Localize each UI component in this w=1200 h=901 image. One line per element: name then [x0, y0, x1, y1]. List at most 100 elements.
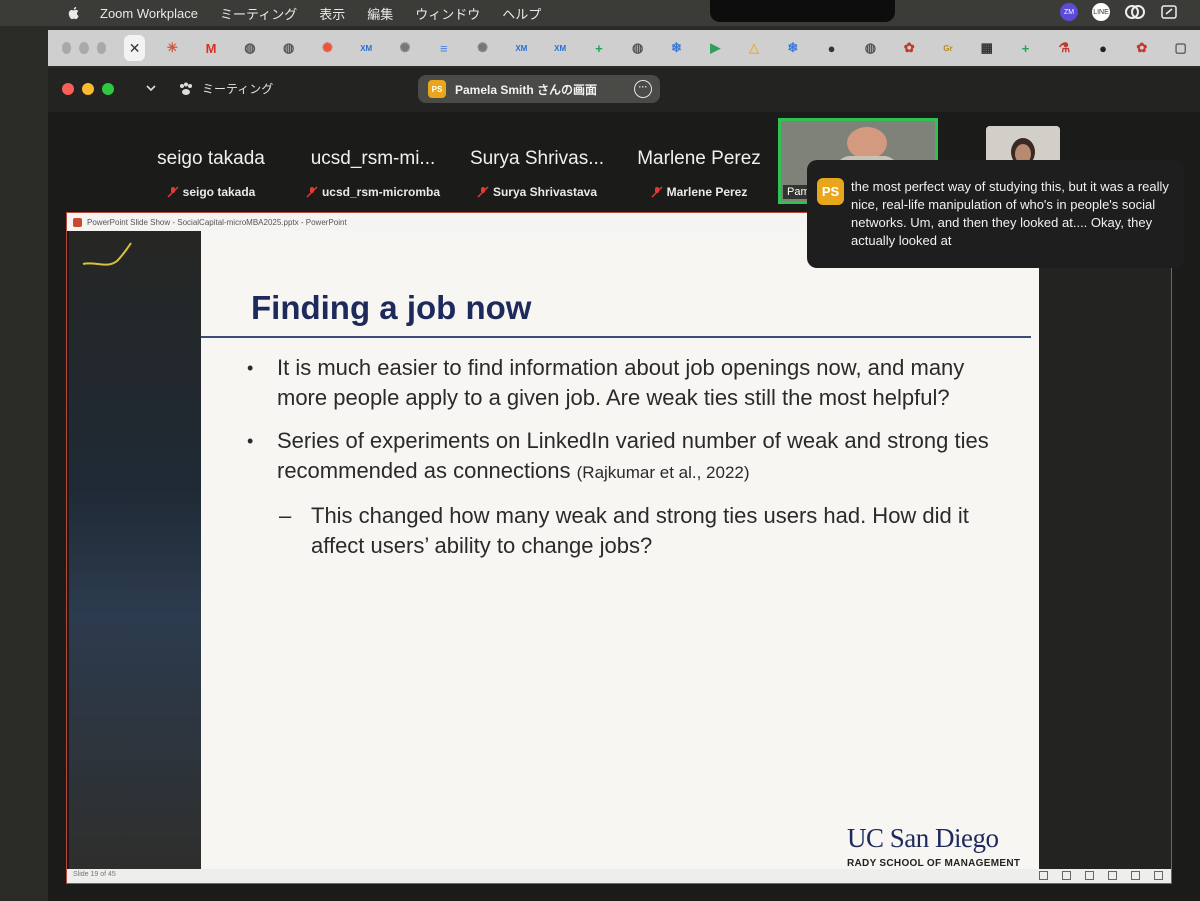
- xm-icon[interactable]: XM: [513, 40, 529, 56]
- slide-left-margin: [69, 231, 201, 871]
- line-tray-icon[interactable]: LINE: [1092, 3, 1110, 21]
- docs-icon[interactable]: ≡: [436, 40, 452, 56]
- caption-speaker-badge: PS: [817, 178, 844, 205]
- zoom-minimize-light[interactable]: [82, 83, 94, 95]
- muted-mic-icon: [167, 186, 179, 198]
- globe-icon[interactable]: ◍: [630, 40, 646, 56]
- share-pill-label: Pamela Smith さんの画面: [455, 82, 598, 97]
- sheets-icon[interactable]: +: [1018, 40, 1034, 56]
- xm-icon[interactable]: XM: [552, 40, 568, 56]
- participant-display-name: ucsd_rsm-mi...: [310, 148, 436, 169]
- participant-tile[interactable]: Marlene Perez Marlene Perez: [618, 118, 780, 206]
- menu-edit[interactable]: 編集: [367, 4, 393, 23]
- participant-tile[interactable]: seigo takada seigo takada: [130, 118, 292, 206]
- creative-cloud-icon[interactable]: [1124, 3, 1146, 21]
- chevron-down-icon[interactable]: [144, 81, 158, 95]
- zoom-titlebar: ミーティング PS Pamela Smith さんの画面 ···: [48, 68, 1200, 112]
- participant-name-text: Marlene Perez: [666, 185, 748, 199]
- bullet-item: It is much easier to find information ab…: [243, 353, 1003, 413]
- play-store-icon[interactable]: ▶: [707, 40, 723, 56]
- key-icon[interactable]: Gr: [940, 40, 956, 56]
- meeting-menu[interactable]: ミーティング: [178, 80, 273, 97]
- snowflake-icon[interactable]: ❄: [668, 40, 684, 56]
- bullet-text: It is much easier to find information ab…: [277, 355, 965, 410]
- menu-meeting[interactable]: ミーティング: [220, 4, 297, 23]
- square-icon[interactable]: ▢: [1173, 40, 1189, 56]
- menu-app-name[interactable]: Zoom Workplace: [100, 6, 198, 21]
- participant-display-name: Marlene Perez: [637, 148, 761, 169]
- close-tab-icon[interactable]: ✕: [124, 35, 145, 61]
- slide-counter: Slide 19 of 45: [73, 871, 116, 878]
- slide-title: Finding a job now: [251, 289, 532, 326]
- line-tray-label: LINE: [1093, 8, 1109, 16]
- live-caption-overlay: PS the most perfect way of studying this…: [807, 160, 1184, 268]
- ucsd-logo: UC San Diego RADY SCHOOL OF MANAGEMENT: [847, 823, 1020, 869]
- participant-tile[interactable]: Surya Shrivas... Surya Shrivastava: [456, 118, 618, 206]
- muted-mic-icon: [306, 186, 318, 198]
- participant-name: Marlene Perez: [618, 185, 780, 199]
- pinned-tabs: ✳ M ◍ ◍ ✺ XM ✺ ≡ ✺ XM XM + ◍ ❄ ▶ △ ❄ ● ◍ ✿ Gr ▦ + ⚗ ● ✿ ▢: [153, 40, 1200, 56]
- slide: Finding a job now It is much easier to f…: [201, 231, 1039, 871]
- gmail-icon[interactable]: M: [203, 40, 219, 56]
- dots-icon[interactable]: ✺: [397, 40, 413, 56]
- caption-text: the most perfect way of studying this, b…: [851, 179, 1169, 248]
- screen-share-pill[interactable]: PS Pamela Smith さんの画面 ···: [418, 75, 660, 103]
- browser-minimize-light[interactable]: [79, 42, 89, 54]
- bug-icon[interactable]: ✿: [901, 40, 917, 56]
- drive-icon[interactable]: △: [746, 40, 762, 56]
- participant-name-text: seigo takada: [182, 185, 256, 199]
- zoom-close-light[interactable]: [62, 83, 74, 95]
- participant-name-text: Surya Shrivastava: [492, 185, 598, 199]
- globe-icon[interactable]: ◍: [281, 40, 297, 56]
- slideshow-icon[interactable]: [1154, 871, 1163, 880]
- browser-close-light[interactable]: [62, 42, 72, 54]
- circle-icon[interactable]: ●: [824, 40, 840, 56]
- menu-help[interactable]: ヘルプ: [502, 4, 541, 23]
- bullet-item: Series of experiments on LinkedIn varied…: [243, 426, 1003, 488]
- participant-display-name: seigo takada: [157, 148, 265, 169]
- powerpoint-statusbar: Slide 19 of 45: [67, 869, 1171, 883]
- flask-icon[interactable]: ⚗: [1056, 40, 1072, 56]
- grid-icon[interactable]: ▦: [979, 40, 995, 56]
- slide-body: It is much easier to find information ab…: [243, 353, 1003, 561]
- paw-icon: [180, 82, 192, 95]
- zoom-tray-icon[interactable]: ZM: [1060, 3, 1078, 21]
- zoom-tray-label: ZM: [1063, 8, 1075, 16]
- github-icon[interactable]: ●: [1095, 40, 1111, 56]
- sheets-icon[interactable]: +: [591, 40, 607, 56]
- zoom-zoom-light[interactable]: [102, 83, 114, 95]
- presenter-badge: PS: [428, 80, 446, 98]
- notes-icon[interactable]: [1062, 871, 1071, 880]
- muted-mic-icon: [477, 186, 489, 198]
- globe-icon[interactable]: ◍: [862, 40, 878, 56]
- sub-bullet-text: This changed how many weak and strong ti…: [311, 503, 969, 558]
- more-options-icon[interactable]: ···: [634, 80, 652, 98]
- xm-icon[interactable]: XM: [358, 40, 374, 56]
- browser-zoom-light[interactable]: [96, 42, 107, 54]
- shared-powerpoint-window: PowerPoint Slide Show - SocialCapital-mi…: [66, 212, 1172, 884]
- view-controls: [1039, 871, 1163, 880]
- sub-bullet-dash: –: [279, 503, 292, 528]
- snowflake-icon[interactable]: ❄: [785, 40, 801, 56]
- menu-window[interactable]: ウィンドウ: [415, 4, 480, 23]
- bug-icon[interactable]: ✿: [1134, 40, 1150, 56]
- title-divider: [201, 336, 1031, 338]
- previous-slide-icon[interactable]: [1039, 871, 1048, 880]
- dots-icon[interactable]: ✺: [475, 40, 491, 56]
- participant-name: Surya Shrivastava: [456, 185, 618, 199]
- powerpoint-title: PowerPoint Slide Show - SocialCapital-mi…: [87, 217, 347, 227]
- reading-view-icon[interactable]: [1131, 871, 1140, 880]
- asterisk-icon[interactable]: ✳: [164, 40, 180, 56]
- annotation-squiggle: [82, 242, 132, 266]
- apple-icon[interactable]: [66, 5, 82, 21]
- menu-view[interactable]: 表示: [319, 4, 345, 23]
- normal-view-icon[interactable]: [1085, 871, 1094, 880]
- participant-tile[interactable]: ucsd_rsm-mi... ucsd_rsm-micromba: [292, 118, 454, 206]
- sunflower-icon[interactable]: ✺: [319, 40, 335, 56]
- citation: (Rajkumar et al., 2022): [576, 463, 750, 482]
- logo-sub: RADY SCHOOL OF MANAGEMENT: [847, 858, 1021, 869]
- screen-share-icon[interactable]: [1160, 3, 1178, 21]
- sorter-view-icon[interactable]: [1108, 871, 1117, 880]
- globe-icon[interactable]: ◍: [242, 40, 258, 56]
- slide-right-margin: [1039, 231, 1171, 871]
